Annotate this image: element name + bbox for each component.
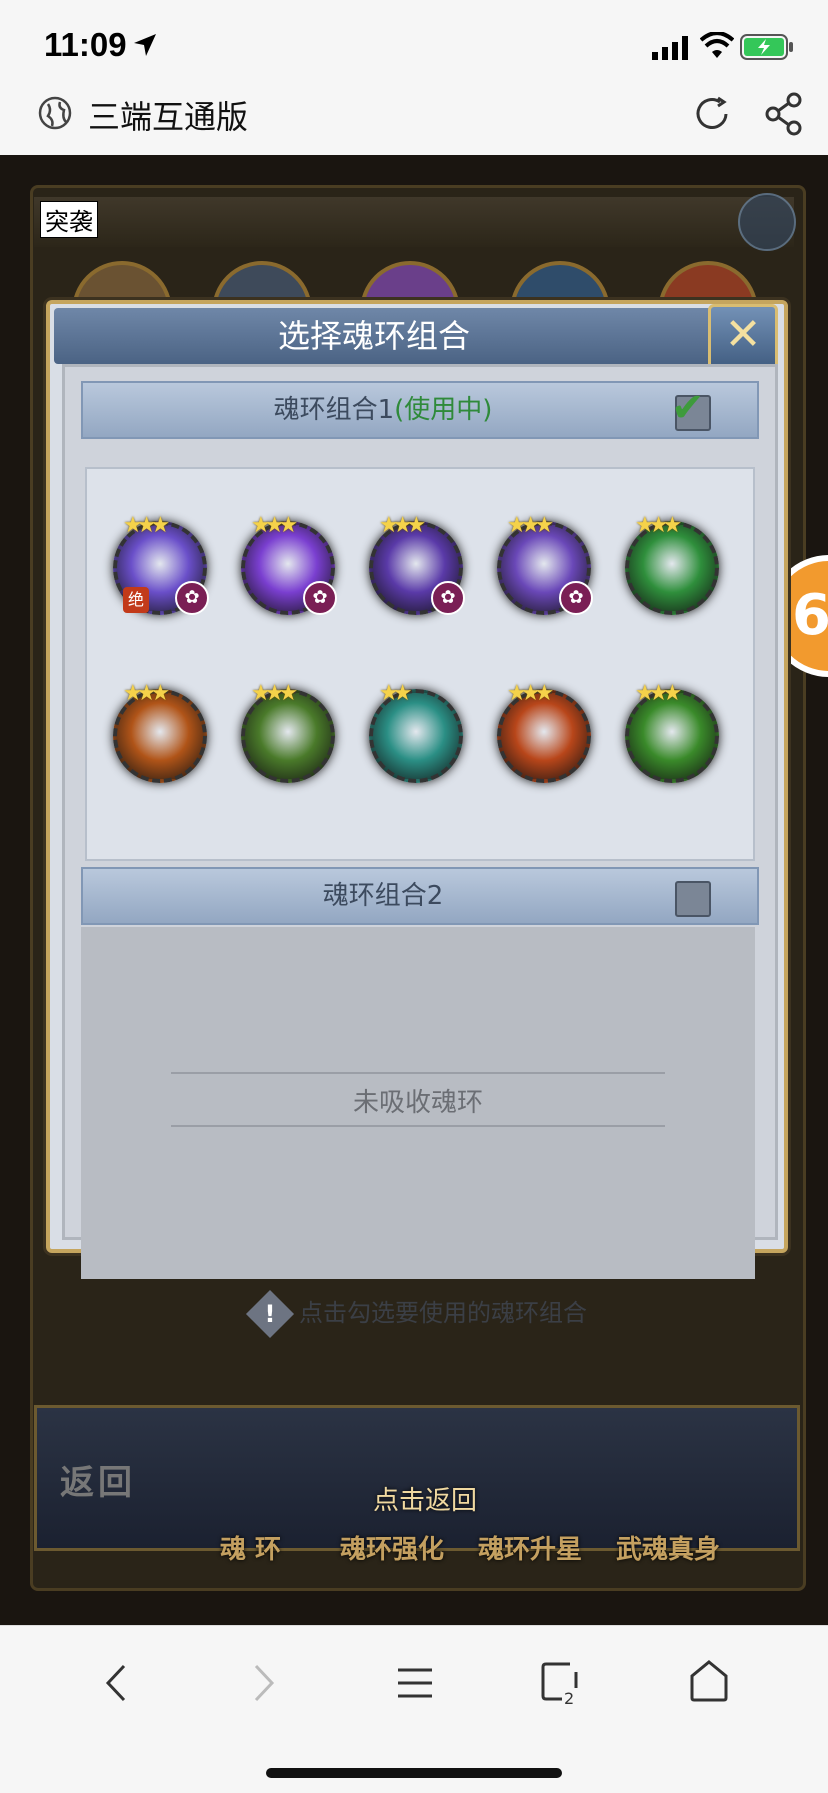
back-button[interactable]: 返回	[60, 1455, 136, 1504]
reload-icon[interactable]	[692, 94, 732, 134]
soul-ring-icon[interactable]: ★★★ ✿	[497, 513, 593, 615]
dialog-header: 选择魂环组合	[54, 308, 734, 364]
signal-icon	[652, 36, 688, 60]
page-title: 三端互通版	[88, 98, 249, 136]
back-arrow-icon[interactable]	[100, 1658, 130, 1708]
star-rating: ★★★	[251, 513, 298, 538]
raid-tag: 突袭	[40, 201, 98, 238]
warning-icon: !	[245, 1289, 295, 1339]
ring-grid: ★★★ ✿ 绝 ★★★ ✿ ★★★ ✿ ★★★ ✿ ★★★ ★★★ ★★★ ★★ ★★★ ★★★	[85, 467, 755, 861]
background-title-bar	[34, 197, 794, 247]
soul-ring-icon[interactable]: ★★★ ✿ 绝	[113, 513, 209, 615]
location-arrow-icon	[134, 34, 156, 56]
ring-combo-2-checkbox[interactable]	[675, 881, 711, 917]
soul-ring-icon[interactable]: ★★★	[241, 681, 335, 783]
star-rating: ★★★	[251, 681, 298, 706]
dialog-body: 魂环组合1(使用中) ✔ ★★★ ✿ 绝 ★★★ ✿ ★★★ ✿ ★★★ ✿ ★★★ ★★★ ★★★ ★…	[62, 364, 778, 1339]
game-viewport[interactable]: 突袭 6 返回 点击返回 魂 环 魂环强化 魂环升星 武魂真身 选择魂环组合 ✕…	[0, 155, 828, 1625]
checkmark-icon: ✔	[671, 385, 705, 431]
star-rating: ★★★	[379, 513, 426, 538]
ultimate-badge: 绝	[123, 587, 149, 613]
empty-message: 未吸收魂环	[352, 1088, 483, 1118]
return-hint[interactable]: 点击返回	[300, 1480, 550, 1517]
tabs-icon[interactable]: 2	[540, 1658, 582, 1708]
browser-toolbar: 三端互通版	[0, 80, 828, 155]
soul-ring-icon[interactable]: ★★	[369, 681, 463, 783]
soul-ring-icon[interactable]: ★★★ ✿	[369, 513, 465, 615]
empty-ring-area: 未吸收魂环	[81, 927, 755, 1279]
close-button[interactable]: ✕	[708, 304, 778, 372]
star-rating: ★★★	[635, 681, 682, 706]
star-rating: ★★★	[507, 513, 554, 538]
divider	[171, 1125, 665, 1127]
flower-badge-icon: ✿	[303, 581, 337, 615]
svg-text:2: 2	[564, 1689, 574, 1708]
ring-combo-1-checkbox[interactable]: ✔	[671, 385, 711, 431]
in-use-status: (使用中)	[394, 395, 493, 425]
battery-icon	[740, 34, 793, 60]
divider	[171, 1072, 665, 1074]
menu-icon[interactable]	[396, 1658, 434, 1708]
tab-soul-ring[interactable]: 魂 环	[220, 1529, 281, 1566]
home-indicator	[266, 1768, 562, 1778]
ring-combo-2-label: 魂环组合2	[322, 881, 444, 911]
dialog-title: 选择魂环组合	[277, 317, 470, 355]
hint-text: ! 点击勾选要使用的魂环组合	[65, 1289, 775, 1339]
globe-icon	[38, 96, 72, 130]
forward-arrow-icon[interactable]	[250, 1658, 280, 1708]
ring-combo-1-label: 魂环组合1(使用中)	[273, 395, 493, 425]
share-icon[interactable]	[764, 92, 804, 136]
status-bar: 11:09	[0, 0, 828, 80]
star-rating: ★★★	[123, 513, 170, 538]
flower-badge-icon: ✿	[175, 581, 209, 615]
background-close-button[interactable]	[738, 193, 796, 251]
soul-ring-icon[interactable]: ★★★ ✿	[241, 513, 337, 615]
home-icon[interactable]	[688, 1658, 730, 1708]
star-rating: ★★★	[635, 513, 682, 538]
tab-soul-ring-enhance[interactable]: 魂环强化	[340, 1529, 444, 1566]
star-rating: ★★★	[507, 681, 554, 706]
soul-ring-icon[interactable]: ★★★	[625, 681, 719, 783]
star-rating: ★★★	[123, 681, 170, 706]
soul-ring-icon[interactable]: ★★★	[113, 681, 207, 783]
flower-badge-icon: ✿	[431, 581, 465, 615]
wifi-icon	[700, 32, 734, 58]
soul-ring-icon[interactable]: ★★★	[625, 513, 719, 615]
star-rating: ★★	[379, 681, 413, 706]
clock: 11:09	[44, 26, 127, 63]
ring-combo-1[interactable]: 魂环组合1(使用中) ✔	[81, 381, 759, 439]
tab-soul-ring-upgrade[interactable]: 魂环升星	[478, 1529, 582, 1566]
ring-combo-2[interactable]: 魂环组合2	[81, 867, 759, 925]
select-ring-combo-dialog: 选择魂环组合 ✕ 魂环组合1(使用中) ✔ ★★★ ✿ 绝 ★★★ ✿ ★★★ ✿ ★★★ ✿ ★…	[46, 300, 788, 1339]
tab-martial-soul[interactable]: 武魂真身	[616, 1529, 720, 1566]
soul-ring-icon[interactable]: ★★★	[497, 681, 591, 783]
flower-badge-icon: ✿	[559, 581, 593, 615]
browser-bottom-nav: 2	[0, 1625, 828, 1793]
